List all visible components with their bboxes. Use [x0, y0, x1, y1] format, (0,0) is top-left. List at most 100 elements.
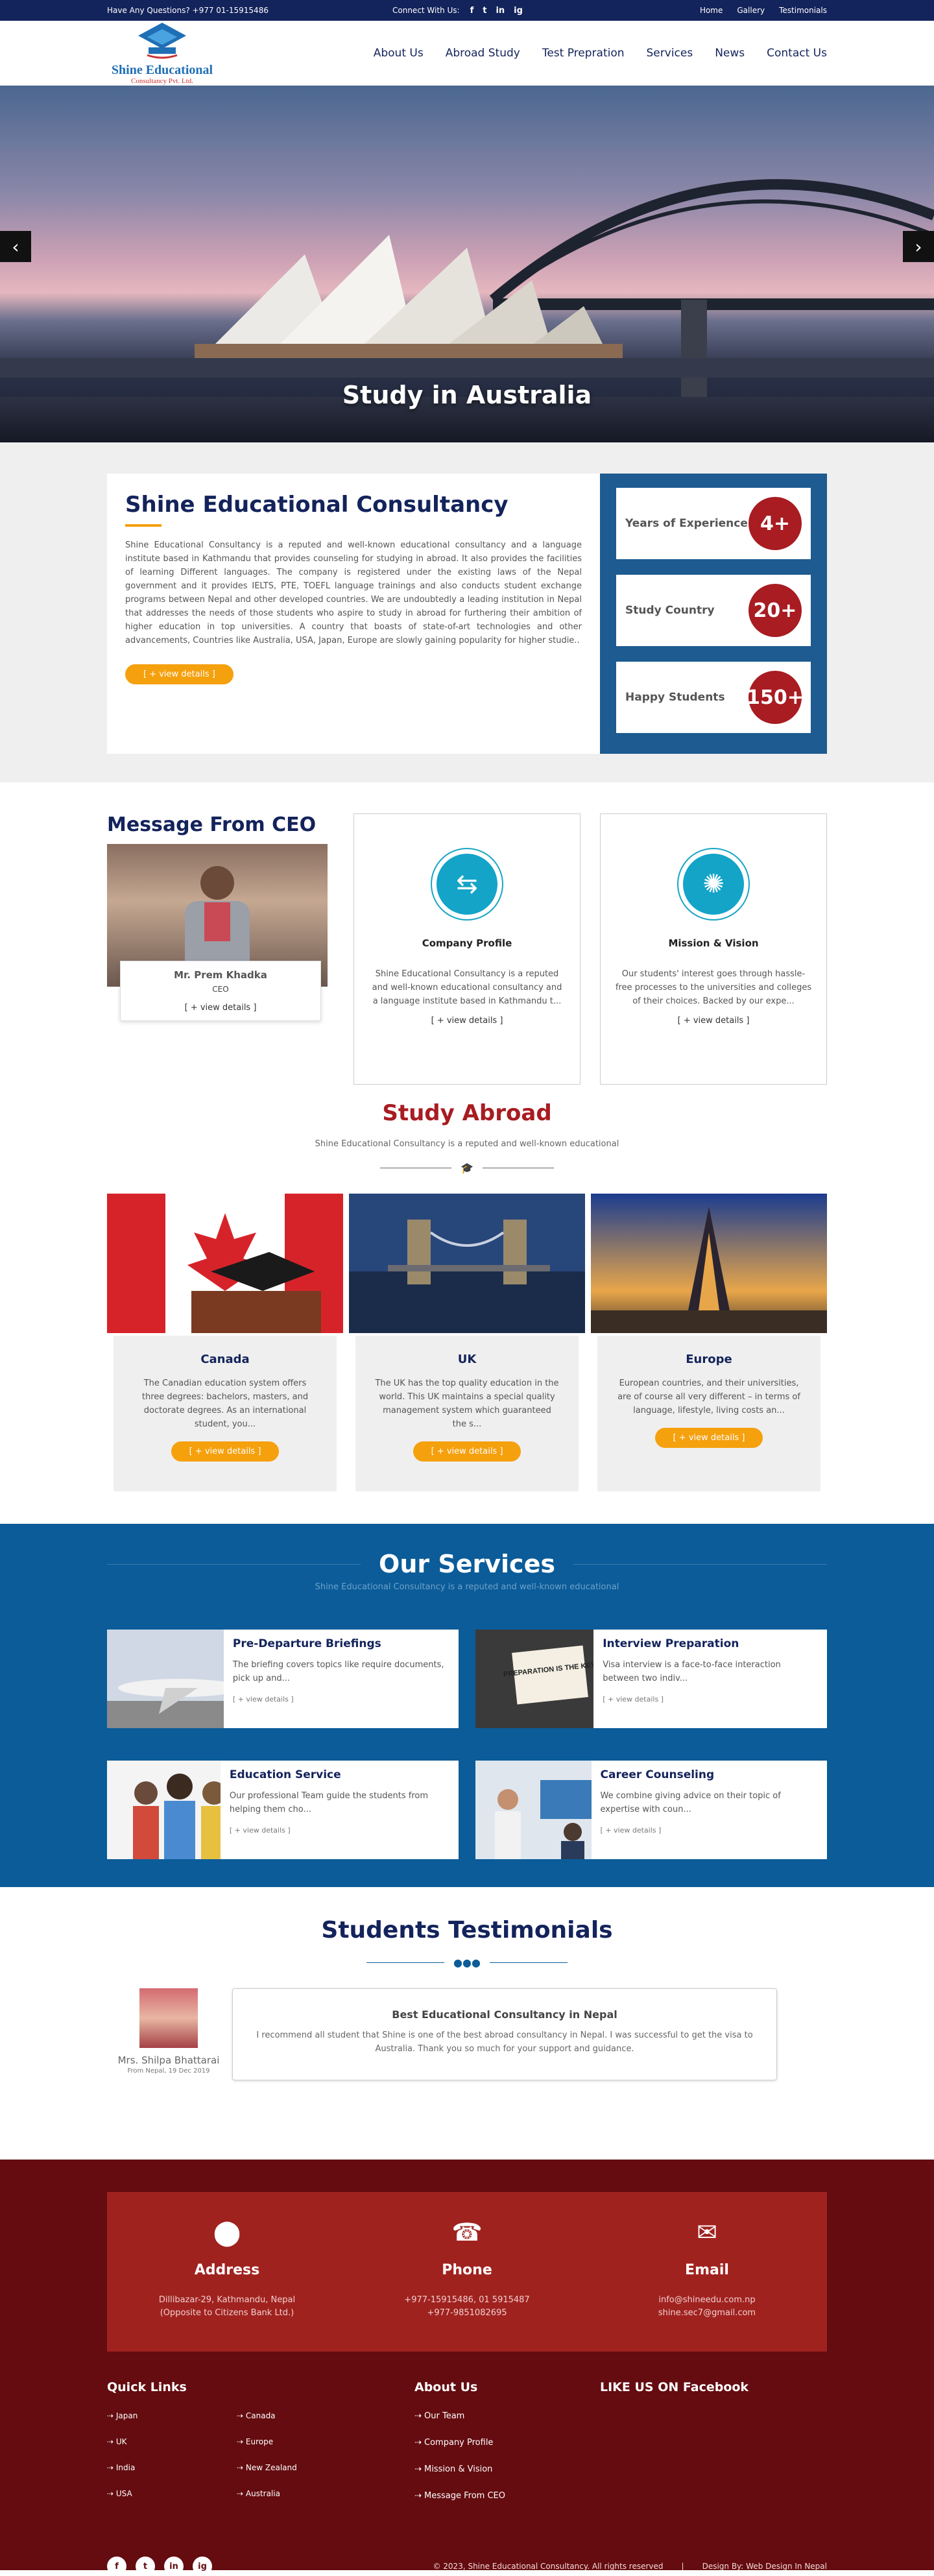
- nav-contact-us[interactable]: Contact Us: [767, 47, 827, 60]
- phone-icon: ☎: [451, 2218, 483, 2246]
- testimonials-section: Students Testimonials ●●● Mrs. Shilpa Bh…: [0, 1887, 934, 2160]
- nav-news[interactable]: News: [715, 47, 745, 60]
- quick-link-japan[interactable]: ⇢ Japan: [107, 2411, 237, 2420]
- separator: |: [681, 2562, 684, 2571]
- contact-panel: ⬤ Address Dillibazar-29, Kathmandu, Nepa…: [107, 2192, 827, 2352]
- about-card: Shine Educational Consultancy Shine Educ…: [107, 474, 600, 754]
- hero-caption: Study in Australia: [342, 381, 592, 409]
- quick-link-new-zealand[interactable]: ⇢ New Zealand: [237, 2463, 366, 2472]
- top-link-gallery[interactable]: Gallery: [737, 6, 765, 15]
- uk-view-details-button[interactable]: [ + view details ]: [413, 1441, 521, 1462]
- ceo-name: Mr. Prem Khadka: [174, 969, 267, 981]
- study-abroad-section: Study Abroad Shine Educational Consultan…: [0, 1100, 934, 1491]
- title-underline: [125, 524, 162, 527]
- facebook-icon[interactable]: f: [470, 6, 474, 16]
- quick-links: Quick Links ⇢ Japan ⇢ Canada ⇢ UK ⇢ Euro…: [107, 2380, 414, 2518]
- quick-link-canada[interactable]: ⇢ Canada: [237, 2411, 366, 2420]
- about-link-mission[interactable]: ⇢ Mission & Vision: [414, 2464, 600, 2474]
- ceo-view-details-link[interactable]: [ + view details ]: [128, 1003, 313, 1013]
- logo[interactable]: Shine Educational Consultancy Pvt. Ltd.: [107, 21, 217, 85]
- about-section: Shine Educational Consultancy Shine Educ…: [0, 442, 934, 782]
- contact-title: Address: [194, 2262, 260, 2278]
- pre-departure-view-details-link[interactable]: [ + view details ]: [233, 1695, 294, 1703]
- about-link-ceo[interactable]: ⇢ Message From CEO: [414, 2491, 600, 2501]
- service-career: Career Counseling We combine giving advi…: [475, 1761, 827, 1859]
- education-view-details-link[interactable]: [ + view details ]: [230, 1826, 291, 1835]
- interview-view-details-link[interactable]: [ + view details ]: [603, 1695, 664, 1703]
- quick-link-usa[interactable]: ⇢ USA: [107, 2489, 237, 2498]
- logo-title: Shine Educational: [111, 63, 213, 77]
- services-subtitle: Shine Educational Consultancy is a reput…: [315, 1582, 619, 1592]
- service-title: Career Counseling: [600, 1768, 715, 1781]
- instagram-icon[interactable]: ig: [514, 6, 523, 16]
- canada-image: [107, 1194, 343, 1333]
- instagram-icon[interactable]: ig: [193, 2557, 212, 2576]
- europe-image: [591, 1194, 827, 1333]
- title-divider: 🎓: [107, 1162, 827, 1174]
- contact-line[interactable]: shine.sec7@gmail.com: [587, 2307, 827, 2320]
- nav-about-us[interactable]: About Us: [374, 47, 424, 60]
- quick-link-australia[interactable]: ⇢ Australia: [237, 2489, 366, 2498]
- nav-abroad-study[interactable]: Abroad Study: [446, 47, 520, 60]
- main-nav: About Us Abroad Study Test Prepration Se…: [374, 47, 827, 60]
- quick-link-india[interactable]: ⇢ India: [107, 2463, 237, 2472]
- title-divider: ●●●: [107, 1956, 827, 1969]
- airplane-image: [107, 1630, 224, 1728]
- stat-value: 150+: [747, 671, 804, 724]
- top-link-home[interactable]: Home: [700, 6, 723, 15]
- about-link-team[interactable]: ⇢ Our Team: [414, 2411, 600, 2421]
- facebook-icon[interactable]: f: [107, 2557, 126, 2576]
- quick-link-uk[interactable]: ⇢ UK: [107, 2437, 237, 2446]
- box-text: Our students' interest goes through hass…: [615, 969, 812, 1006]
- graduation-cap-icon: 🎓: [461, 1162, 473, 1174]
- footer-bottom: f t in ig © 2023, Shine Educational Cons…: [107, 2557, 827, 2576]
- logo-subtitle: Consultancy Pvt. Ltd.: [131, 77, 193, 85]
- mission-vision-box: ✺ Mission & Vision Our students' interes…: [600, 813, 827, 1085]
- contact-question: Have Any Questions? +977 01-15915486: [107, 6, 269, 15]
- ceo-card: Message From CEO Mr. Prem Khadka CEO [ +…: [107, 813, 334, 1085]
- contact-line[interactable]: +977-15915486, 01 5915487: [347, 2294, 587, 2307]
- contact-email: ✉ Email info@shineedu.com.np shine.sec7@…: [587, 2218, 827, 2352]
- counseling-image: [475, 1761, 592, 1859]
- career-view-details-link[interactable]: [ + view details ]: [601, 1826, 662, 1835]
- study-abroad-subtitle: Shine Educational Consultancy is a reput…: [315, 1139, 619, 1149]
- company-profile-view-details-link[interactable]: [ + view details ]: [368, 1016, 566, 1026]
- box-title: Mission & Vision: [668, 937, 759, 949]
- about-links: About Us ⇢ Our Team ⇢ Company Profile ⇢ …: [414, 2380, 600, 2518]
- students-image: [107, 1761, 221, 1859]
- logo-icon: [138, 23, 186, 59]
- contact-line[interactable]: +977-9851082695: [347, 2307, 587, 2320]
- box-text: Shine Educational Consultancy is a reput…: [372, 969, 562, 1006]
- about-link-company-profile[interactable]: ⇢ Company Profile: [414, 2438, 600, 2448]
- canada-view-details-button[interactable]: [ + view details ]: [171, 1441, 280, 1462]
- services-title: Our Services: [379, 1550, 555, 1578]
- contact-line: Dillibazar-29, Kathmandu, Nepal: [158, 2295, 296, 2305]
- mission-icon-ring: ✺: [677, 848, 750, 921]
- about-text: Shine Educational Consultancy is a reput…: [125, 540, 582, 645]
- top-link-testimonials[interactable]: Testimonials: [779, 6, 827, 15]
- linkedin-icon[interactable]: in: [496, 6, 505, 16]
- quick-link-europe[interactable]: ⇢ Europe: [237, 2437, 366, 2446]
- about-title: Shine Educational Consultancy: [125, 492, 509, 518]
- design-credit[interactable]: Design By: Web Design In Nepal: [702, 2562, 827, 2571]
- nav-services[interactable]: Services: [647, 47, 693, 60]
- lightbulb-icon: ✺: [683, 854, 744, 915]
- twitter-icon[interactable]: t: [136, 2557, 155, 2576]
- stat-label: Years of Experience: [625, 517, 748, 530]
- company-profile-icon-ring: ⇆: [431, 848, 503, 921]
- card-title: Europe: [686, 1353, 732, 1366]
- top-bar: Have Any Questions? +977 01-15915486 Con…: [0, 0, 934, 21]
- uk-image: [349, 1194, 585, 1333]
- mission-view-details-link[interactable]: [ + view details ]: [615, 1016, 812, 1026]
- about-view-details-button[interactable]: [ + view details ]: [125, 664, 234, 684]
- study-abroad-title: Study Abroad: [382, 1100, 552, 1126]
- nav-test-prepration[interactable]: Test Prepration: [542, 47, 625, 60]
- twitter-icon[interactable]: t: [483, 6, 486, 16]
- dots-icon: ●●●: [453, 1956, 481, 1969]
- europe-view-details-button[interactable]: [ + view details ]: [654, 1428, 763, 1448]
- card-title: UK: [457, 1353, 477, 1366]
- slider-next-button[interactable]: ›: [903, 231, 934, 262]
- contact-line[interactable]: info@shineedu.com.np: [587, 2294, 827, 2307]
- linkedin-icon[interactable]: in: [164, 2557, 184, 2576]
- slider-prev-button[interactable]: ‹: [0, 231, 31, 262]
